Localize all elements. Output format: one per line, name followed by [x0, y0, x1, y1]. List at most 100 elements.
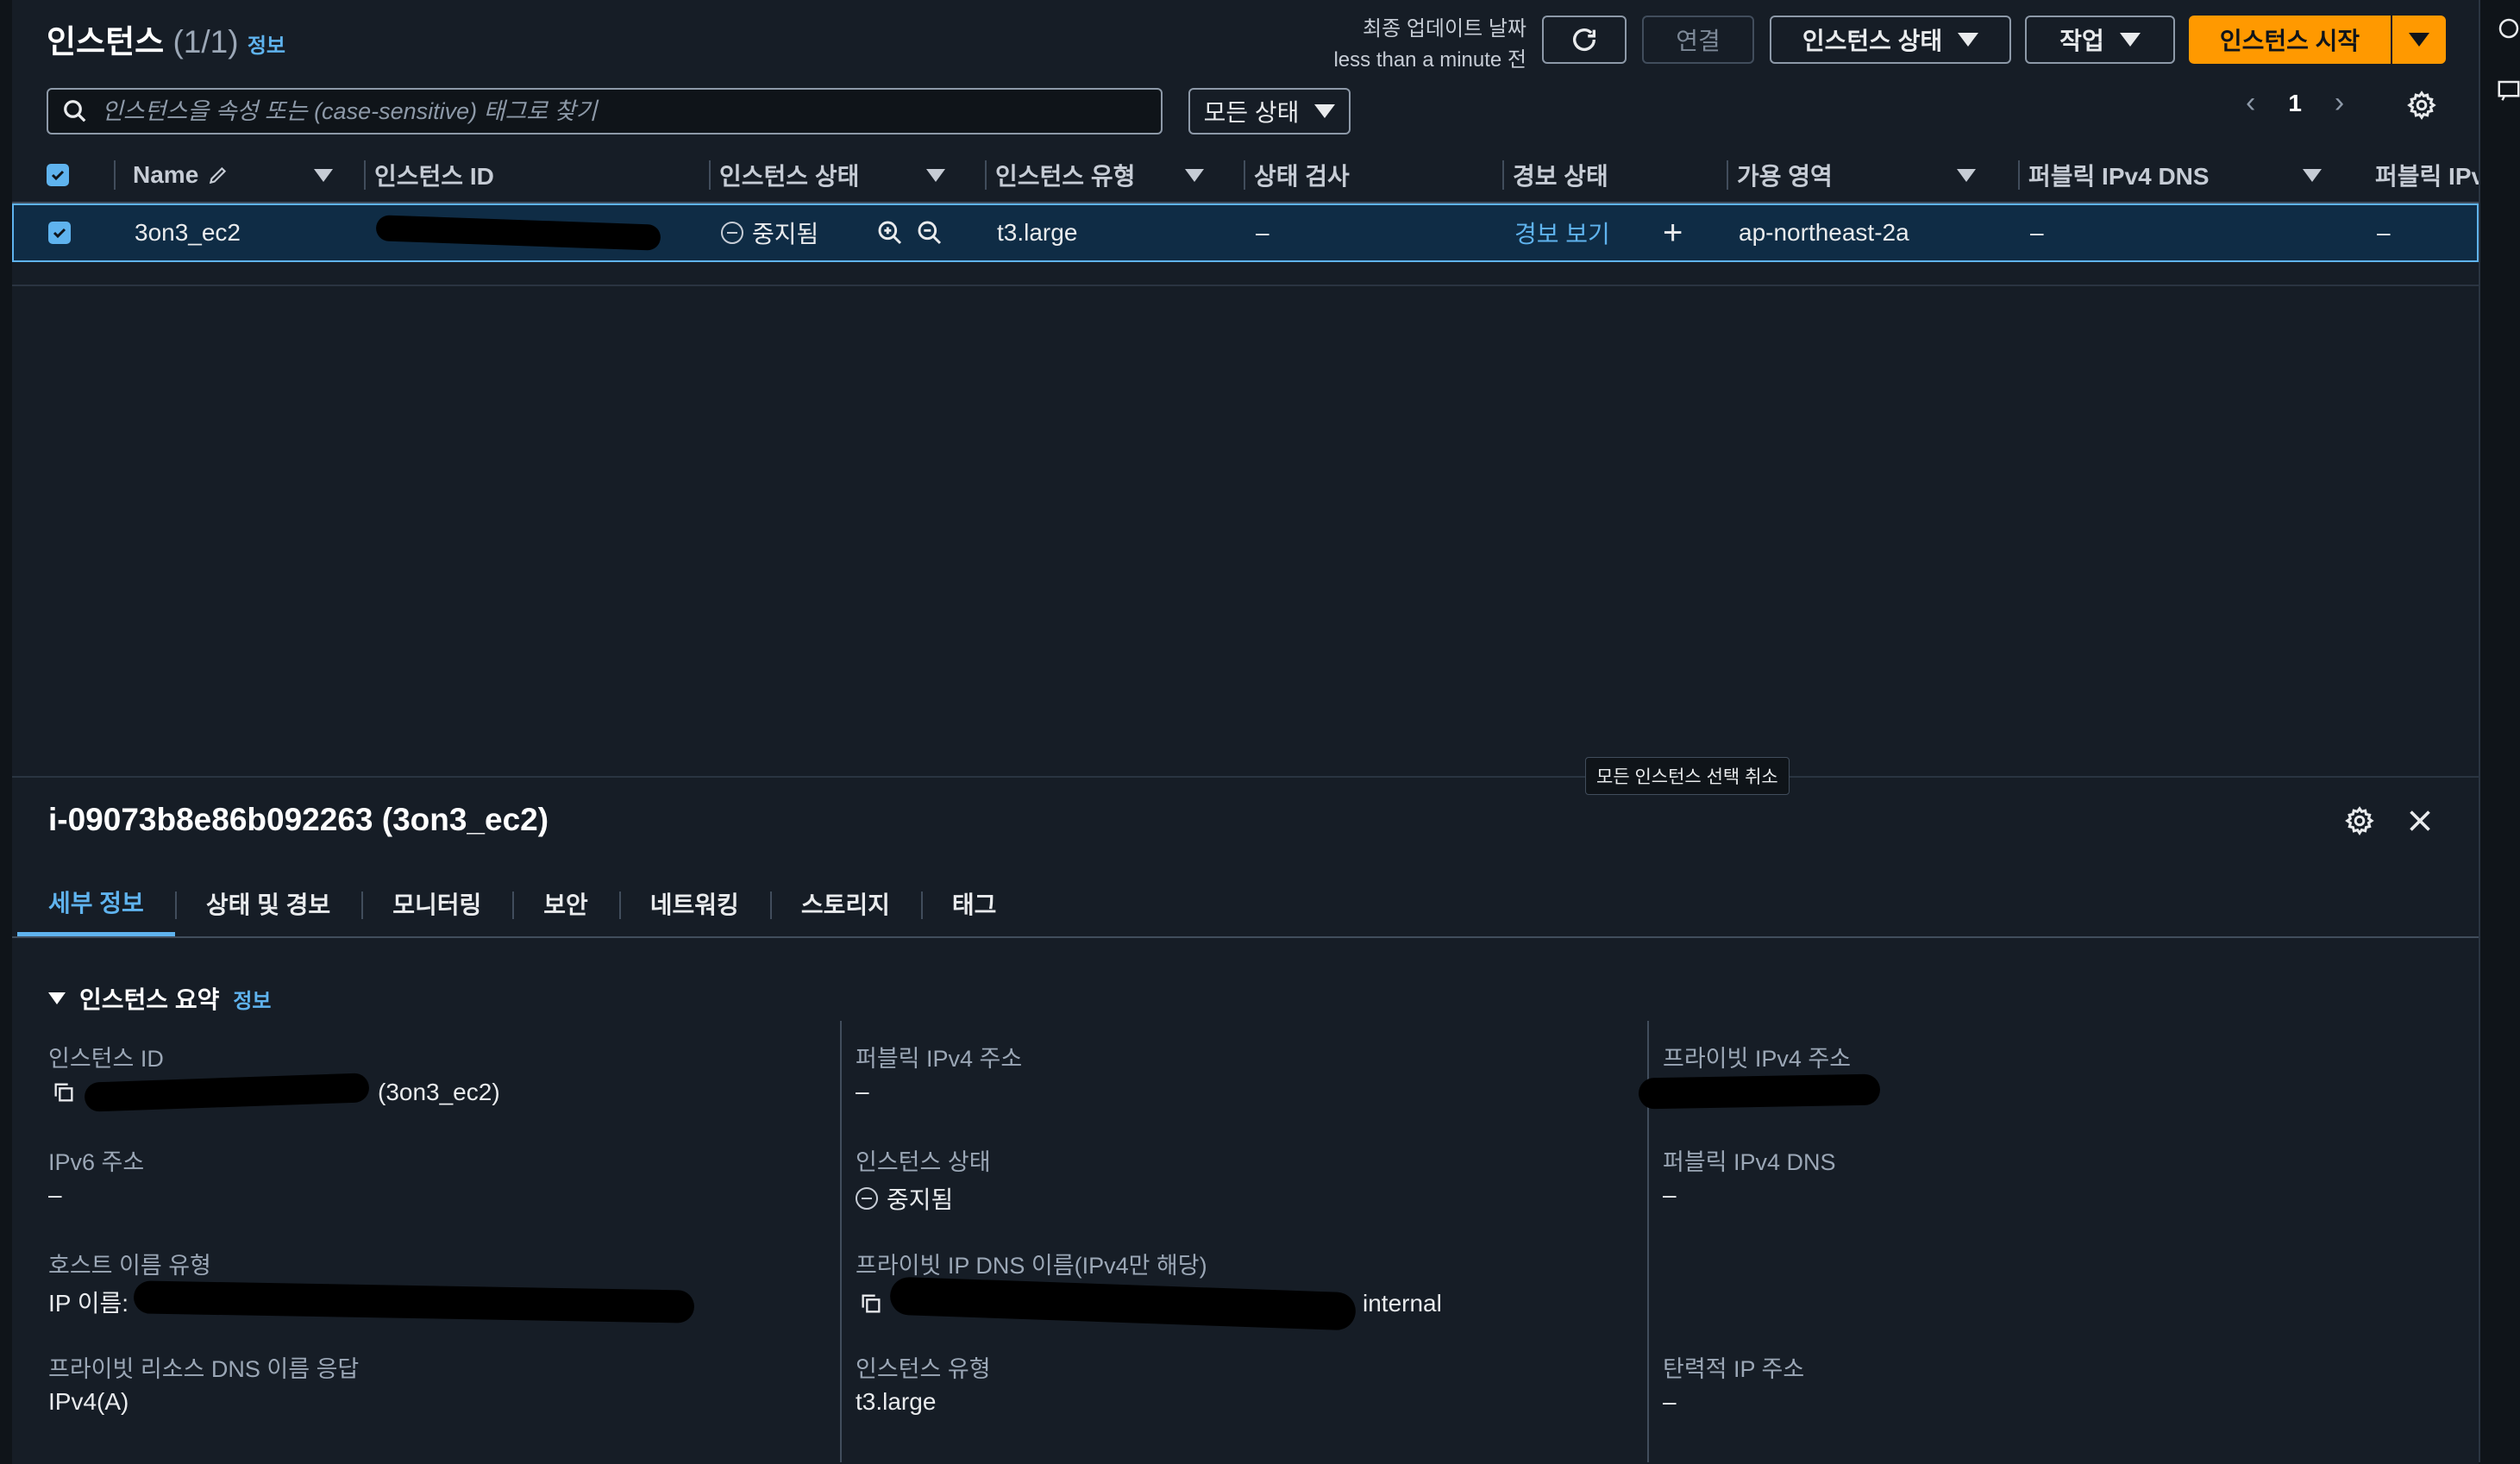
- tab-details[interactable]: 세부 정보: [17, 871, 175, 936]
- tab-tags[interactable]: 태그: [920, 871, 1028, 936]
- instance-state-label: 인스턴스 상태: [856, 1149, 991, 1175]
- detail-settings-button[interactable]: [2344, 805, 2375, 841]
- chevron-down-icon: [2409, 33, 2429, 47]
- last-updated-label: 최종 업데이트 날짜: [1363, 17, 1526, 41]
- instance-state-label: 인스턴스 상태: [1802, 28, 1943, 54]
- hostname-prefix: IP 이름:: [48, 1290, 129, 1317]
- copy-icon[interactable]: [859, 1292, 883, 1316]
- table-settings-gear[interactable]: [2406, 90, 2437, 125]
- column-instance-state[interactable]: 인스턴스 상태: [709, 148, 945, 202]
- column-instance-type[interactable]: 인스턴스 유형: [985, 148, 1204, 202]
- instance-state-cell: 중지됨: [721, 205, 818, 260]
- stopped-icon: [721, 222, 743, 244]
- public-dns-detail-value: –: [1663, 1181, 1677, 1208]
- info-link[interactable]: 정보: [233, 984, 271, 1014]
- zoom-out-icon[interactable]: [916, 219, 943, 247]
- tab-status-alarms[interactable]: 상태 및 경보: [174, 871, 361, 936]
- close-icon: [2410, 810, 2430, 831]
- public-dns-value: –: [2030, 219, 2044, 246]
- pencil-icon: [210, 166, 227, 185]
- tab-storage[interactable]: 스토리지: [769, 871, 921, 936]
- stopped-icon: [856, 1187, 878, 1210]
- title-text: 인스턴스: [47, 24, 165, 59]
- private-resource-dns-value: IPv4(A): [48, 1388, 129, 1415]
- refresh-icon: [1572, 28, 1596, 51]
- redacted-scribble: [133, 1280, 695, 1323]
- row-checkbox-cell[interactable]: [48, 205, 71, 260]
- column-availability-zone[interactable]: 가용 영역: [1727, 148, 1976, 202]
- sort-icon[interactable]: [926, 168, 945, 182]
- plus-icon[interactable]: +: [1663, 205, 1683, 260]
- actions-dropdown[interactable]: 작업: [2025, 16, 2175, 64]
- row-checkbox[interactable]: [48, 222, 71, 244]
- column-public-dns[interactable]: 퍼블릭 IPv4 DNS: [2018, 148, 2322, 202]
- column-label: 퍼블릭 IPv4 DNS: [2028, 163, 2210, 190]
- instance-state-detail: 중지됨: [856, 1181, 953, 1216]
- chevron-right-icon[interactable]: ›: [2335, 86, 2344, 120]
- zoom-in-icon[interactable]: [876, 219, 904, 247]
- column-label: 인스턴스 ID: [374, 163, 494, 190]
- column-label: 상태 검사: [1254, 163, 1350, 190]
- search-bar[interactable]: [47, 88, 1163, 135]
- sort-icon[interactable]: [1185, 168, 1204, 182]
- column-label: Name: [133, 161, 199, 188]
- tooltip: 모든 인스턴스 선택 취소: [1585, 757, 1790, 795]
- state-filter-dropdown[interactable]: 모든 상태: [1188, 88, 1351, 135]
- column-label: 인스턴스 유형: [995, 163, 1136, 190]
- refresh-button[interactable]: [1542, 16, 1627, 64]
- info-link[interactable]: 정보: [248, 34, 285, 58]
- select-all-cell[interactable]: [47, 148, 69, 202]
- sort-icon[interactable]: [2303, 168, 2322, 182]
- instance-id-suffix: (3on3_ec2): [378, 1079, 500, 1105]
- sort-icon[interactable]: [314, 168, 333, 182]
- column-public-ipv4[interactable]: 퍼블릭 IPv: [2375, 148, 2479, 202]
- connect-button[interactable]: 연결: [1642, 16, 1754, 64]
- pagination: ‹ 1 ›: [2246, 86, 2344, 120]
- sort-icon[interactable]: [1957, 168, 1976, 182]
- column-status-check[interactable]: 상태 검사: [1244, 148, 1350, 202]
- caret-down-icon: [48, 992, 66, 1004]
- tab-monitoring[interactable]: 모니터링: [361, 871, 512, 936]
- private-ipv4-label: 프라이빗 IPv4 주소: [1663, 1046, 1852, 1072]
- search-input[interactable]: [100, 97, 1138, 126]
- instance-summary-header[interactable]: 인스턴스 요약 정보: [48, 981, 272, 1016]
- instance-id-cell[interactable]: [375, 205, 661, 260]
- chevron-left-icon[interactable]: ‹: [2246, 86, 2255, 120]
- instance-id-value: (3on3_ec2): [52, 1073, 500, 1112]
- column-label: 인스턴스 상태: [719, 163, 860, 190]
- private-dns-label: 프라이빗 IP DNS 이름(IPv4만 해당): [856, 1253, 1207, 1279]
- connect-label: 연결: [1676, 28, 1721, 54]
- view-alarms-link[interactable]: 경보 보기: [1514, 205, 1610, 260]
- private-dns-suffix: internal: [1363, 1290, 1442, 1317]
- page-number[interactable]: 1: [2288, 90, 2302, 117]
- column-label: 경보 상태: [1513, 163, 1608, 190]
- column-label: 퍼블릭 IPv: [2375, 163, 2479, 190]
- select-all-checkbox[interactable]: [47, 164, 69, 186]
- tab-networking[interactable]: 네트워킹: [618, 871, 770, 936]
- tabs-divider: [12, 936, 2479, 938]
- column-divider: [840, 1021, 842, 1462]
- redacted-scribble: [1638, 1073, 1881, 1110]
- column-name[interactable]: Name: [114, 148, 333, 202]
- tab-security[interactable]: 보안: [512, 871, 619, 936]
- last-updated-value: less than a minute 전: [1333, 48, 1526, 72]
- gear-icon[interactable]: [2496, 16, 2520, 41]
- state-filter-label: 모든 상태: [1203, 99, 1300, 126]
- launch-dropdown-button[interactable]: [2392, 16, 2446, 64]
- instance-state-dropdown[interactable]: 인스턴스 상태: [1770, 16, 2011, 64]
- feedback-icon[interactable]: [2496, 78, 2520, 103]
- ipv6-value: –: [48, 1181, 62, 1208]
- availability-zone-value: ap-northeast-2a: [1739, 219, 1909, 246]
- status-check-value: –: [1256, 219, 1269, 246]
- public-ipv4-value: –: [2377, 219, 2391, 246]
- table-row[interactable]: 3on3_ec2 중지됨 t3.large – 경보 보기 + ap-north…: [12, 203, 2479, 262]
- column-alarm-status[interactable]: 경보 상태: [1502, 148, 1608, 202]
- checkmark-icon: [53, 228, 66, 239]
- launch-instances-button[interactable]: 인스턴스 시작: [2189, 16, 2391, 64]
- chevron-down-icon: [1314, 104, 1336, 118]
- column-instance-id[interactable]: 인스턴스 ID: [364, 148, 494, 202]
- close-button[interactable]: [2404, 805, 2435, 841]
- instance-name[interactable]: 3on3_ec2: [135, 205, 241, 260]
- copy-icon[interactable]: [52, 1080, 76, 1104]
- elastic-ip-label: 탄력적 IP 주소: [1663, 1356, 1805, 1382]
